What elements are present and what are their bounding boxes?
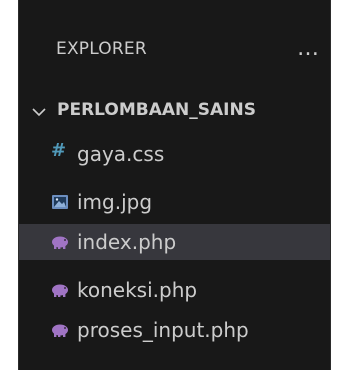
file-row-index-php[interactable]: index.php bbox=[19, 224, 330, 260]
explorer-header: EXPLORER … bbox=[19, 0, 330, 100]
more-actions-icon[interactable]: … bbox=[297, 38, 321, 60]
folder-row[interactable]: PERLOMBAAN_SAINS bbox=[19, 98, 330, 126]
file-row-proses-input-php[interactable]: proses_input.php bbox=[19, 312, 330, 348]
file-label: index.php bbox=[77, 230, 177, 254]
file-row-koneksi-php[interactable]: koneksi.php bbox=[19, 272, 330, 308]
folder-label: PERLOMBAAN_SAINS bbox=[57, 100, 256, 120]
explorer-panel: EXPLORER … PERLOMBAAN_SAINS # gaya.css i… bbox=[18, 0, 331, 370]
file-row-gaya-css[interactable]: # gaya.css bbox=[19, 136, 330, 172]
frame: EXPLORER … PERLOMBAAN_SAINS # gaya.css i… bbox=[0, 0, 350, 387]
chevron-down-icon bbox=[32, 108, 46, 117]
file-label: img.jpg bbox=[77, 190, 153, 214]
php-elephant-icon bbox=[52, 324, 68, 337]
file-label: proses_input.php bbox=[77, 318, 249, 342]
image-icon bbox=[52, 195, 68, 209]
file-label: koneksi.php bbox=[77, 278, 198, 302]
explorer-title: EXPLORER bbox=[56, 39, 147, 59]
php-elephant-icon bbox=[52, 236, 68, 249]
file-label: gaya.css bbox=[77, 142, 165, 166]
css-hash-icon: # bbox=[51, 140, 67, 161]
php-elephant-icon bbox=[52, 284, 68, 297]
file-row-img-jpg[interactable]: img.jpg bbox=[19, 184, 330, 220]
